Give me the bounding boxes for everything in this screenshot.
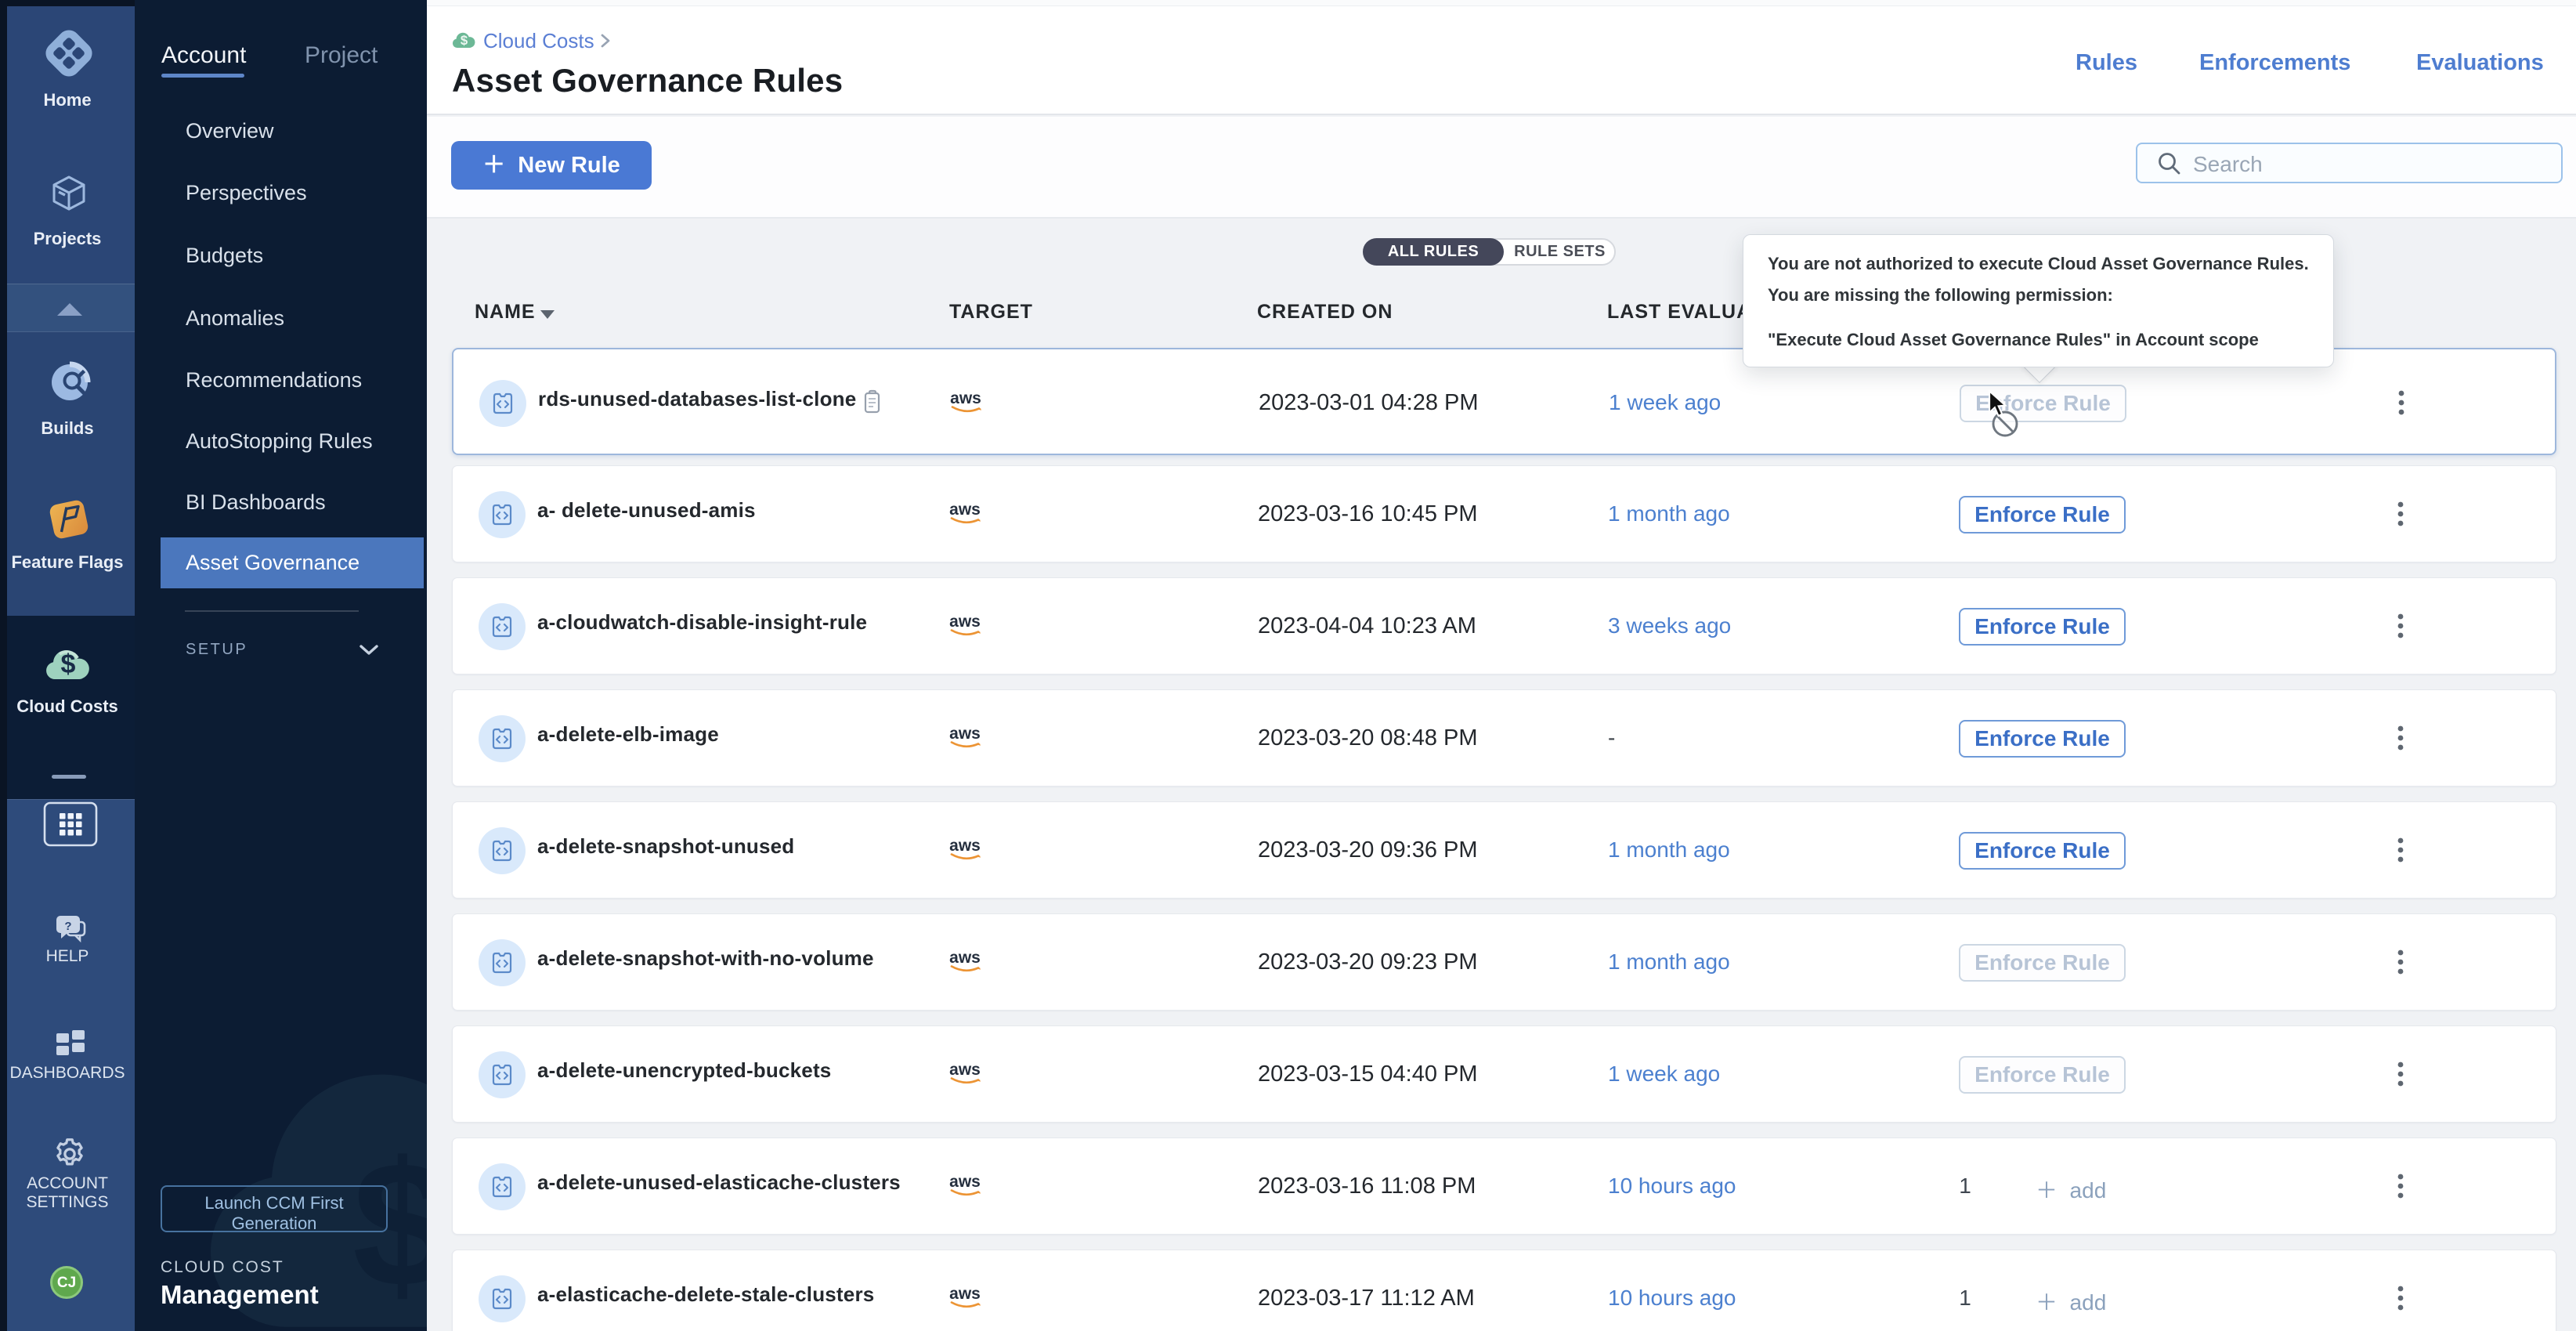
svg-text:?: ? — [64, 920, 71, 933]
svg-text:$: $ — [461, 33, 468, 48]
svg-text:aws: aws — [949, 1062, 981, 1079]
svg-text:aws: aws — [949, 613, 981, 631]
svg-text:$: $ — [61, 649, 76, 679]
svg-text:aws: aws — [949, 501, 981, 519]
svg-text:aws: aws — [949, 725, 981, 743]
svg-text:aws: aws — [949, 1286, 981, 1303]
svg-text:aws: aws — [949, 949, 981, 967]
svg-text:aws: aws — [949, 837, 981, 855]
svg-text:aws: aws — [950, 390, 981, 407]
svg-text:aws: aws — [949, 1174, 981, 1191]
